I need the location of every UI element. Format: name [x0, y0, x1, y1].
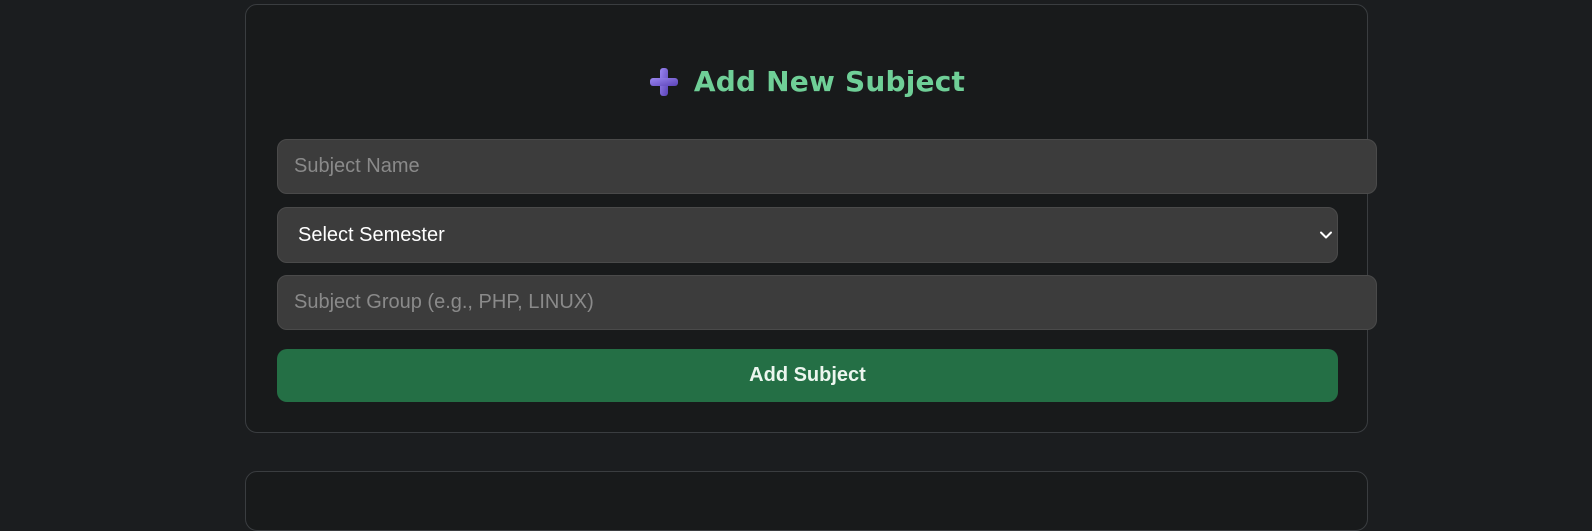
subject-group-input[interactable]	[277, 275, 1377, 330]
next-card	[245, 471, 1368, 531]
subject-name-input[interactable]	[277, 139, 1377, 194]
add-subject-button[interactable]: Add Subject	[277, 349, 1338, 402]
card-header: Add New Subject	[246, 65, 1367, 98]
semester-select[interactable]: Select Semester	[277, 207, 1338, 263]
form-title: Add New Subject	[693, 65, 966, 98]
add-subject-card: Add New Subject Select Semester Add Subj…	[245, 4, 1377, 433]
plus-icon	[649, 67, 678, 96]
